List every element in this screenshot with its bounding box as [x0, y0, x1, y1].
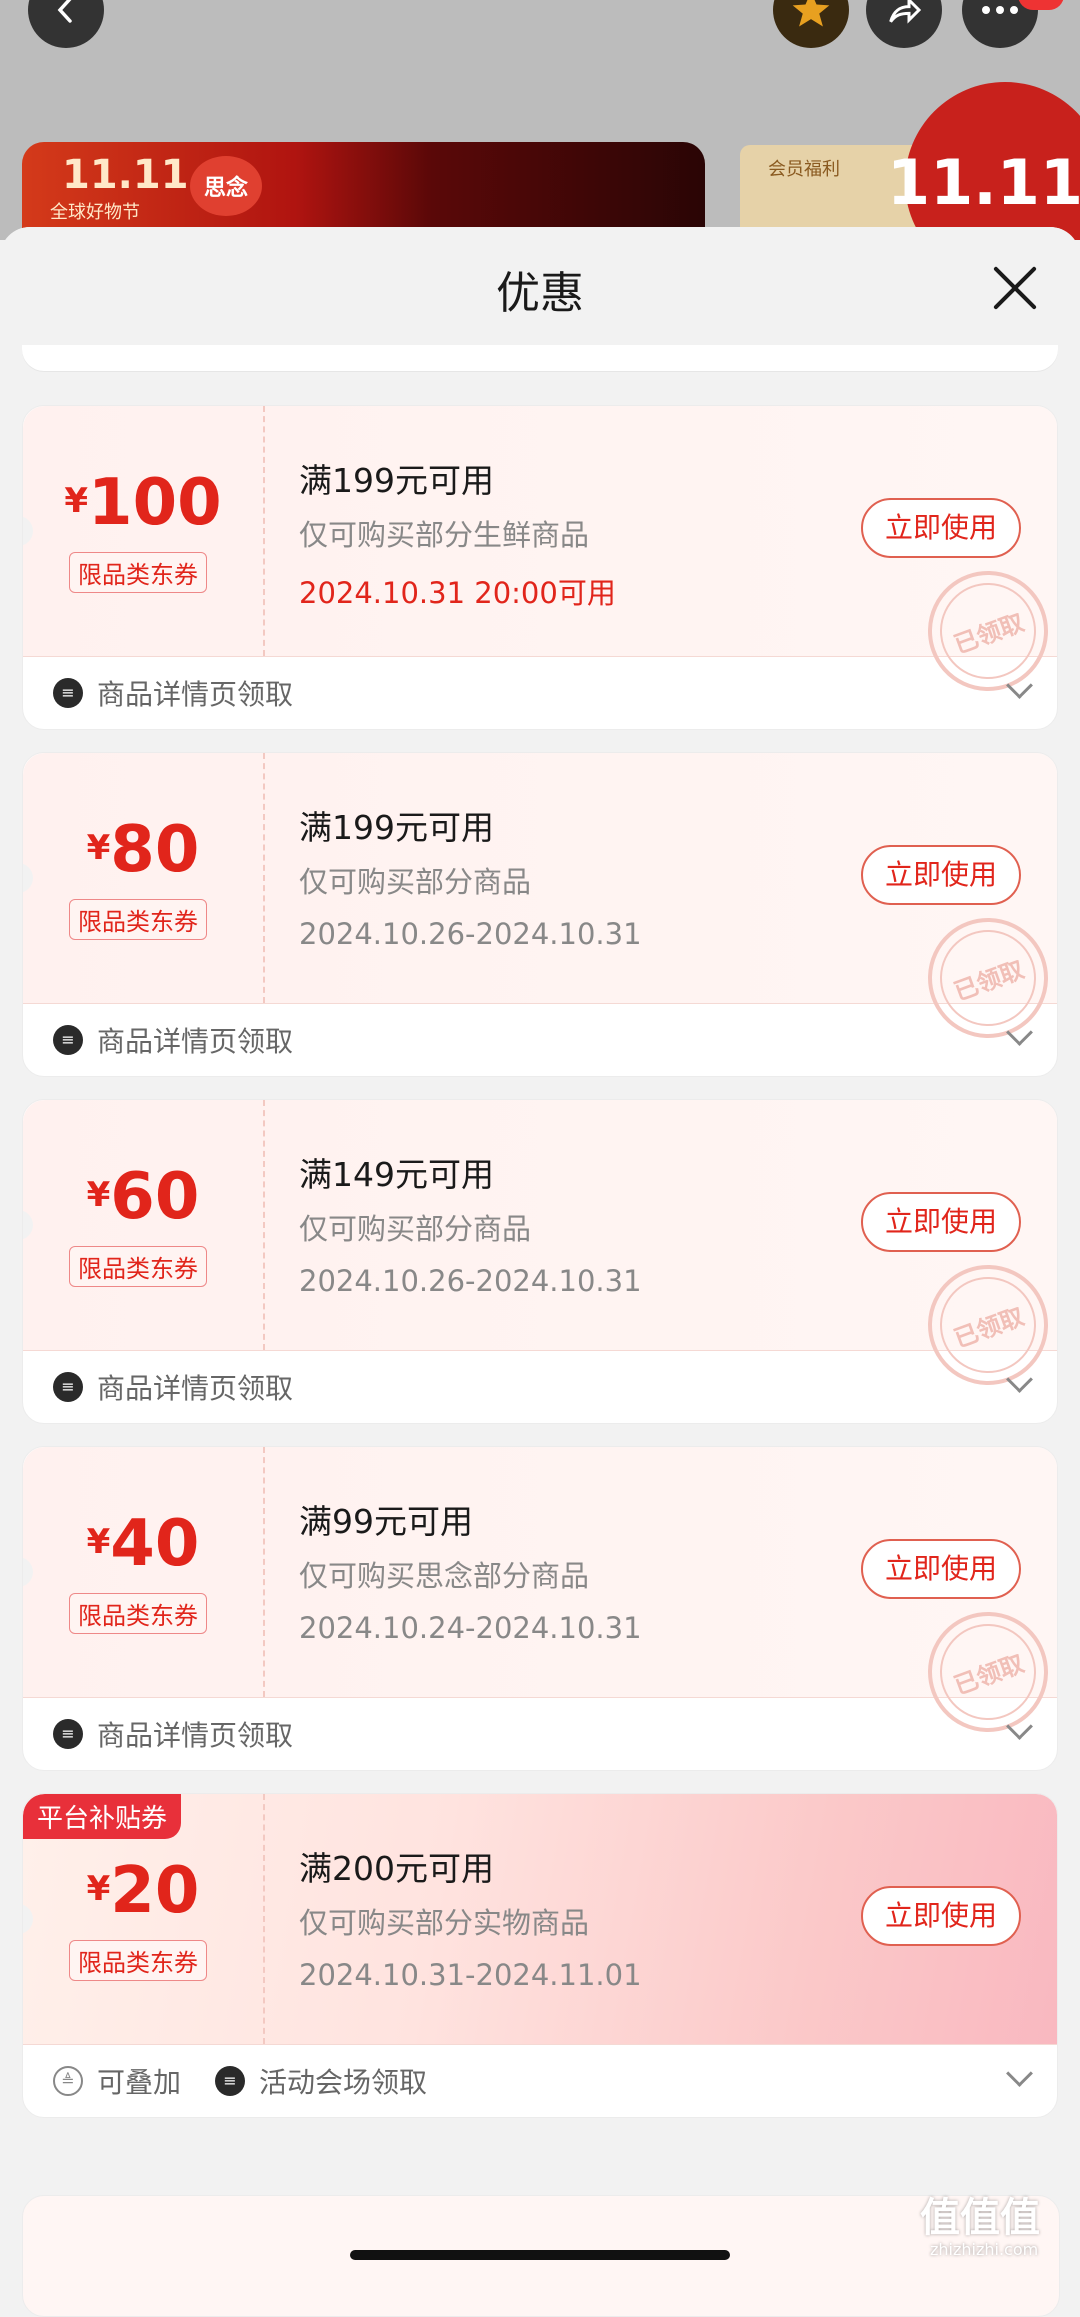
coupon-validity: 2024.10.31-2024.11.01: [299, 1958, 642, 1992]
coupon-card: ¥100 限品类东券 满199元可用 仅可购买部分生鲜商品 2024.10.31…: [22, 405, 1058, 730]
coupon-source: 商品详情页领取: [97, 678, 294, 711]
coupon-footer: ≡ 商品详情页领取: [23, 1697, 1057, 1770]
promo-banner: 11.11 全球好物节 思念: [22, 142, 705, 240]
coupon-scope: 仅可购买思念部分商品: [299, 1559, 590, 1593]
coupon-type-tag: 限品类东券: [69, 1593, 207, 1634]
back-icon[interactable]: [28, 0, 104, 48]
previous-coupon-card: [22, 345, 1058, 371]
coupon-card: 平台补贴券 ¥20 限品类东券 满200元可用 仅可购买部分实物商品 2024.…: [22, 1793, 1058, 2118]
use-now-button[interactable]: 立即使用: [861, 498, 1021, 558]
coupon-validity: 2024.10.26-2024.10.31: [299, 1264, 642, 1298]
coupon-sheet: 优惠 ¥100 限品类东券 满199元可用 仅可购买部分生鲜商品 2024.10…: [0, 227, 1080, 2272]
currency-symbol: ¥: [86, 1869, 111, 1909]
share-icon[interactable]: [866, 0, 942, 48]
banner-subtitle: 全球好物节: [50, 202, 140, 223]
coupon-amount: ¥60: [23, 1160, 263, 1234]
member-label: 会员福利: [768, 159, 840, 180]
coupon-scope: 仅可购买部分生鲜商品: [299, 518, 590, 552]
home-indicator[interactable]: [350, 2250, 730, 2260]
coupon-condition: 满200元可用: [299, 1849, 494, 1888]
coupon-amount: ¥20: [23, 1854, 263, 1928]
coupon-footer: ≜ 可叠加 ≡ 活动会场领取: [23, 2044, 1057, 2117]
sheet-title: 优惠: [496, 268, 584, 319]
currency-symbol: ¥: [86, 828, 111, 868]
amount-value: 60: [110, 1160, 200, 1234]
stackable-icon: ≜: [53, 2066, 83, 2096]
ticket-icon: ≡: [53, 1372, 83, 1402]
coupon-source: 商品详情页领取: [97, 1719, 294, 1752]
coupon-body: 平台补贴券 ¥20 限品类东券 满200元可用 仅可购买部分实物商品 2024.…: [23, 1794, 1057, 2045]
banner-logo: 11.11: [62, 152, 189, 198]
platform-subsidy-tag: 平台补贴券: [23, 1794, 182, 1839]
background-page: 11.11 全球好物节 思念 会员福利 11.11: [0, 0, 1080, 240]
watermark-url: zhizhizhi.com: [930, 2240, 1039, 2259]
use-now-button[interactable]: 立即使用: [861, 1192, 1021, 1252]
coupon-footer: ≡ 商品详情页领取: [23, 656, 1057, 729]
coupon-condition: 满149元可用: [299, 1155, 494, 1194]
amount-value: 40: [110, 1507, 200, 1581]
sheet-header: 优惠: [0, 227, 1080, 345]
chevron-down-icon[interactable]: [1006, 1713, 1033, 1740]
amount-value: 20: [110, 1854, 200, 1928]
coupon-body: ¥100 限品类东券 满199元可用 仅可购买部分生鲜商品 2024.10.31…: [23, 406, 1057, 708]
brand-badge: 思念: [190, 156, 262, 216]
coupon-type-tag: 限品类东券: [69, 1246, 207, 1287]
coupon-type-tag: 限品类东券: [69, 552, 207, 593]
coupon-footer: ≡ 商品详情页领取: [23, 1003, 1057, 1076]
coupon-source: 活动会场领取: [259, 2066, 428, 2099]
coupon-type-tag: 限品类东券: [69, 1940, 207, 1981]
coupon-source: 商品详情页领取: [97, 1025, 294, 1058]
double-eleven-badge: 11.11: [887, 82, 1080, 240]
currency-symbol: ¥: [86, 1175, 111, 1215]
use-now-button[interactable]: 立即使用: [861, 845, 1021, 905]
coupon-footer: ≡ 商品详情页领取: [23, 1350, 1057, 1423]
coupon-scope: 仅可购买部分商品: [299, 1212, 532, 1246]
amount-value: 100: [88, 466, 222, 540]
chevron-down-icon[interactable]: [1006, 1019, 1033, 1046]
coupon-amount: ¥40: [23, 1507, 263, 1581]
coupon-condition: 满199元可用: [299, 808, 494, 847]
coupon-body: ¥40 限品类东券 满99元可用 仅可购买思念部分商品 2024.10.24-2…: [23, 1447, 1057, 1749]
ticket-icon: ≡: [53, 1025, 83, 1055]
coupon-card: ¥80 限品类东券 满199元可用 仅可购买部分商品 2024.10.26-20…: [22, 752, 1058, 1077]
currency-symbol: ¥: [86, 1522, 111, 1562]
coupon-validity: 2024.10.26-2024.10.31: [299, 917, 642, 951]
currency-symbol: ¥: [64, 481, 89, 521]
close-icon[interactable]: [990, 263, 1040, 313]
watermark-logo: 值值值: [920, 2195, 1040, 2241]
coupon-validity: 2024.10.31 20:00可用: [299, 576, 616, 610]
coupon-condition: 满99元可用: [299, 1502, 473, 1541]
chevron-down-icon[interactable]: [1006, 2060, 1033, 2087]
coupon-body: ¥60 限品类东券 满149元可用 仅可购买部分商品 2024.10.26-20…: [23, 1100, 1057, 1402]
coupon-card: ¥40 限品类东券 满99元可用 仅可购买思念部分商品 2024.10.24-2…: [22, 1446, 1058, 1771]
coupon-scope: 仅可购买部分商品: [299, 865, 532, 899]
coupon-source: 商品详情页领取: [97, 1372, 294, 1405]
amount-value: 80: [110, 813, 200, 887]
coupon-amount: ¥100: [23, 466, 263, 540]
coupon-type-tag: 限品类东券: [69, 899, 207, 940]
coupon-scope: 仅可购买部分实物商品: [299, 1906, 590, 1940]
coupon-validity: 2024.10.24-2024.10.31: [299, 1611, 642, 1645]
coupon-card: ¥60 限品类东券 满149元可用 仅可购买部分商品 2024.10.26-20…: [22, 1099, 1058, 1424]
favorite-icon[interactable]: [773, 0, 849, 48]
stackable-label: 可叠加: [97, 2066, 182, 2099]
ticket-icon: ≡: [215, 2066, 245, 2096]
use-now-button[interactable]: 立即使用: [861, 1886, 1021, 1946]
ticket-icon: ≡: [53, 1719, 83, 1749]
coupon-condition: 满199元可用: [299, 461, 494, 500]
use-now-button[interactable]: 立即使用: [861, 1539, 1021, 1599]
ticket-icon: ≡: [53, 678, 83, 708]
chevron-down-icon[interactable]: [1006, 672, 1033, 699]
coupon-amount: ¥80: [23, 813, 263, 887]
coupon-body: ¥80 限品类东券 满199元可用 仅可购买部分商品 2024.10.26-20…: [23, 753, 1057, 1055]
chevron-down-icon[interactable]: [1006, 1366, 1033, 1393]
